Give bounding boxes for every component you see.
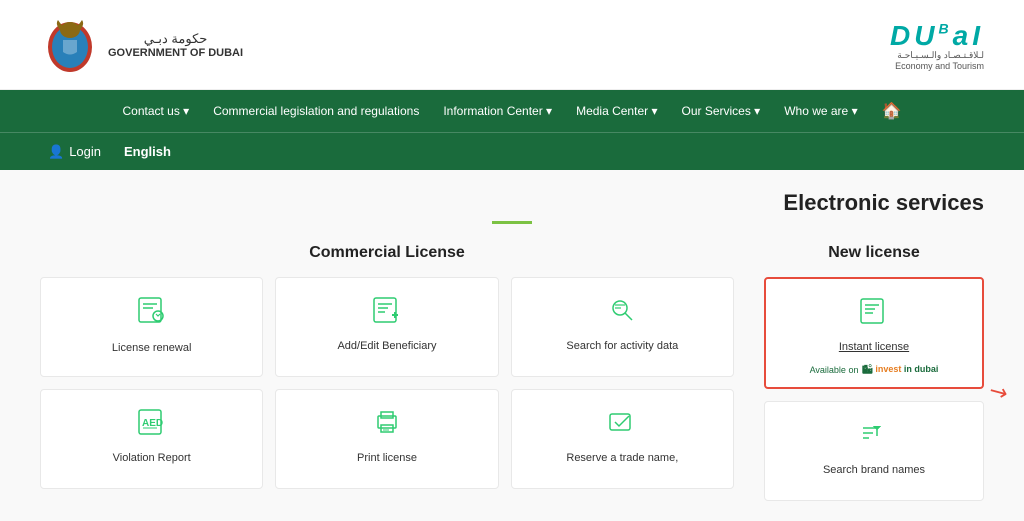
red-arrow-icon: ↘ — [983, 376, 1012, 408]
new-license-grid: Instant license Available on 🏙 invest in… — [764, 277, 984, 501]
violation-report-card[interactable]: AED Violation Report — [40, 389, 263, 489]
login-button[interactable]: 👤 Login — [40, 140, 109, 164]
invest-dubai-logo: 🏙 invest in dubai — [861, 364, 938, 375]
nav-services[interactable]: Our Services ▾ — [671, 98, 770, 124]
svg-text:AED: AED — [142, 418, 163, 429]
section-underline — [492, 221, 532, 224]
gov-logo: حكومة دبـي GOVERNMENT OF DUBAI — [40, 12, 243, 77]
license-renewal-label: License renewal — [112, 341, 192, 355]
nav-home-icon[interactable]: 🏠 — [872, 95, 912, 127]
available-on-label: Available on 🏙 invest in dubai — [810, 364, 939, 375]
instant-license-icon — [859, 297, 889, 330]
commercial-license-group: Commercial License License renewal — [40, 244, 734, 501]
section-title: Electronic services — [40, 190, 984, 216]
search-brand-card[interactable]: Search brand names — [764, 401, 984, 501]
instant-license-card[interactable]: Instant license Available on 🏙 invest in… — [764, 277, 984, 389]
dubai-logo: DUBaI لـلاقـتـصـاد والـسـيـاحـة Economy … — [890, 18, 984, 71]
language-selector[interactable]: English — [124, 144, 171, 159]
search-brand-label: Search brand names — [823, 463, 925, 477]
new-license-group: New license Instant license Available on — [764, 244, 984, 501]
print-license-card[interactable]: Print license — [275, 389, 498, 489]
nav-contact[interactable]: Contact us ▾ — [112, 98, 199, 124]
search-activity-card[interactable]: Search for activity data — [511, 277, 734, 377]
new-license-title: New license — [764, 244, 984, 262]
header: حكومة دبـي GOVERNMENT OF DUBAI DUBaI لـل… — [0, 0, 1024, 90]
print-license-label: Print license — [357, 451, 417, 465]
search-activity-icon — [607, 296, 637, 329]
dubai-english: Economy and Tourism — [895, 61, 984, 71]
violation-report-icon: AED — [137, 408, 167, 441]
violation-report-label: Violation Report — [113, 451, 191, 465]
add-edit-beneficiary-card[interactable]: Add/Edit Beneficiary — [275, 277, 498, 377]
nav-media[interactable]: Media Center ▾ — [566, 98, 667, 124]
license-renewal-card[interactable]: License renewal — [40, 277, 263, 377]
print-license-icon — [372, 408, 402, 441]
license-renewal-icon — [137, 296, 167, 331]
nav-items: Contact us ▾ Commercial legislation and … — [40, 95, 984, 127]
reserve-trade-card[interactable]: Reserve a trade name, — [511, 389, 734, 489]
commercial-license-grid: License renewal Add/Edit Beneficiary — [40, 277, 734, 489]
dubai-arabic: لـلاقـتـصـاد والـسـيـاحـة — [897, 50, 984, 61]
nav-info[interactable]: Information Center ▾ — [433, 98, 562, 124]
cards-section: Commercial License License renewal — [40, 244, 984, 501]
add-edit-beneficiary-icon — [372, 296, 402, 329]
commercial-license-title: Commercial License — [40, 244, 734, 262]
search-activity-label: Search for activity data — [566, 339, 678, 353]
instant-license-label: Instant license — [839, 340, 909, 354]
main-content: Electronic services Commercial License — [0, 170, 1024, 521]
reserve-trade-icon — [607, 408, 637, 441]
sub-nav: 👤 Login English — [0, 132, 1024, 170]
gov-emblem-icon — [40, 12, 100, 77]
user-icon: 👤 — [48, 144, 64, 160]
main-nav: Contact us ▾ Commercial legislation and … — [0, 90, 1024, 132]
reserve-trade-label: Reserve a trade name, — [566, 451, 678, 465]
gov-title: حكومة دبـي GOVERNMENT OF DUBAI — [108, 31, 243, 59]
nav-commercial[interactable]: Commercial legislation and regulations — [203, 98, 429, 124]
add-edit-beneficiary-label: Add/Edit Beneficiary — [337, 339, 436, 353]
search-brand-icon — [859, 420, 889, 453]
nav-who[interactable]: Who we are ▾ — [774, 98, 867, 124]
